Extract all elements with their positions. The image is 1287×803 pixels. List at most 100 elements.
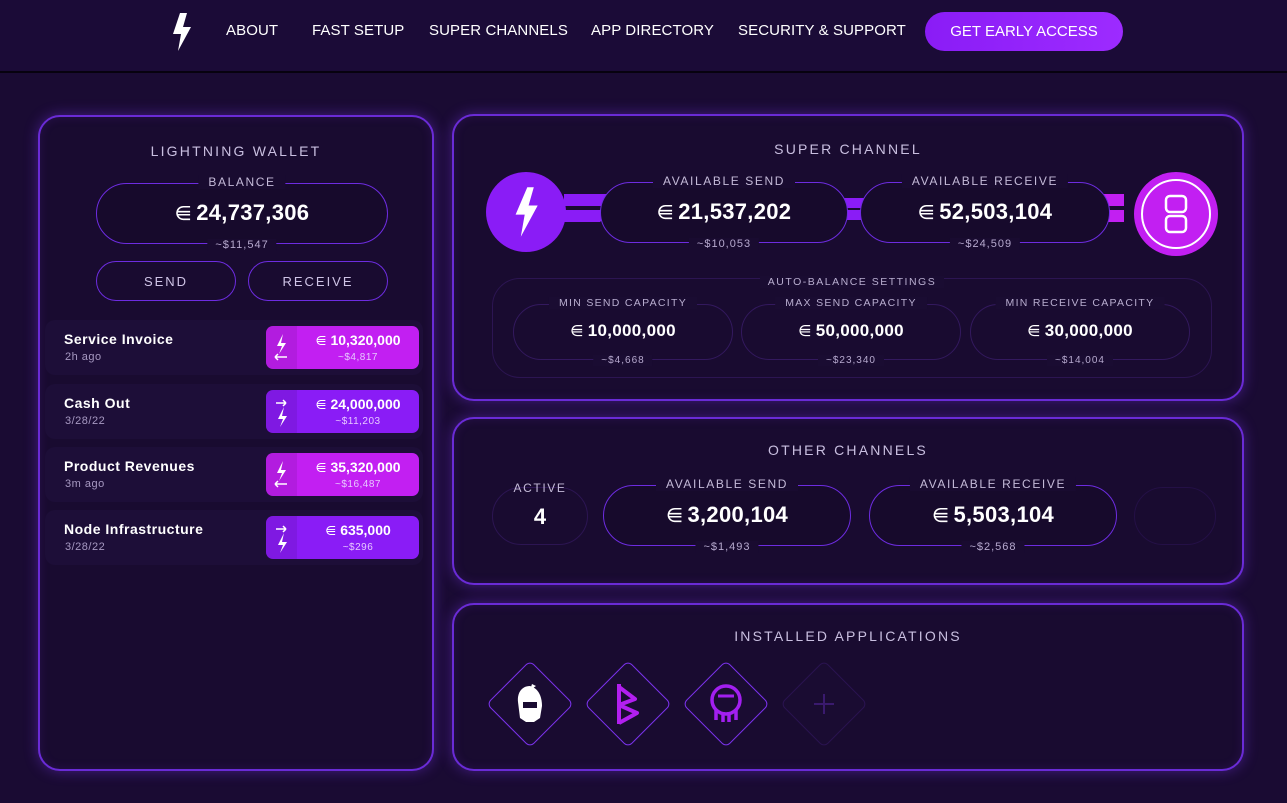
tx-name: Node Infrastructure [64,521,204,537]
sat-icon: ⋹ [1027,323,1041,340]
tx-amount-badge: ⋹ 35,320,000 ~$16,487 [266,453,419,496]
available-receive-pill: AVAILABLE RECEIVE ⋹ 52,503,104 ~$24,509 [860,174,1110,250]
other-send-usd: ~$1,493 [695,541,759,553]
tx-amount-badge: ⋹ 635,000 ~$296 [266,516,419,559]
available-receive-usd: ~$24,509 [949,238,1021,250]
send-lightning-icon [266,516,297,559]
sat-icon: ⋹ [315,398,327,412]
available-send-usd: ~$10,053 [688,238,760,250]
other-send-label: AVAILABLE SEND [656,477,798,491]
channel-placeholder [1134,487,1216,545]
tx-usd: ~$4,817 [338,352,378,363]
active-label: ACTIVE [513,481,567,495]
node-logo-icon [1164,194,1188,234]
lightning-logo-icon[interactable] [170,12,194,52]
list-item[interactable]: Product Revenues 3m ago ⋹ 35,320,000 ~$16… [45,447,423,502]
add-app-icon [799,679,849,729]
sat-icon: ⋹ [570,323,584,340]
sat-icon: ⋹ [315,334,327,348]
setting-usd: ~$14,004 [1047,355,1113,366]
list-item[interactable]: Cash Out 3/28/22 ⋹ 24,000,000 ~$11,203 [45,384,423,439]
tx-amount-badge: ⋹ 10,320,000 ~$4,817 [266,326,419,369]
tx-amount-badge: ⋹ 24,000,000 ~$11,203 [266,390,419,433]
available-receive-label: AVAILABLE RECEIVE [901,174,1069,188]
tx-name: Cash Out [64,395,131,411]
setting-label: MIN SEND CAPACITY [548,297,698,309]
wallet-title: LIGHTNING WALLET [150,143,322,159]
exchange-node-ring [1141,179,1211,249]
other-receive-value: 5,503,104 [953,502,1055,527]
super-channel-title: SUPER CHANNEL [774,141,922,157]
top-nav: ABOUT FAST SETUP SUPER CHANNELS APP DIRE… [0,0,1287,73]
balance-label: BALANCE [198,175,286,189]
available-send-pill: AVAILABLE SEND ⋹ 21,537,202 ~$10,053 [600,174,848,250]
nav-link-super-channels[interactable]: SUPER CHANNELS [429,22,568,39]
other-send-value: 3,200,104 [687,502,789,527]
balance-pill: BALANCE ⋹ 24,737,306 ~$11,547 [96,175,388,251]
sat-icon: ⋹ [656,202,675,224]
tx-date: 3/28/22 [65,415,106,427]
setting-label: MIN RECEIVE CAPACITY [995,297,1165,309]
tx-usd: ~$16,487 [335,479,381,490]
sat-icon: ⋹ [798,323,812,340]
available-send-value: 21,537,202 [678,199,792,224]
tx-usd: ~$11,203 [335,416,381,427]
lightning-node-icon[interactable] [486,172,566,252]
auto-balance-title: AUTO-BALANCE SETTINGS [759,276,945,288]
other-available-receive-pill: AVAILABLE RECEIVE ⋹ 5,503,104 ~$2,568 [869,477,1117,553]
auto-balance-settings: AUTO-BALANCE SETTINGS MIN SEND CAPACITY … [492,276,1212,378]
setting-label: MAX SEND CAPACITY [775,297,927,309]
min-send-capacity-field[interactable]: MIN SEND CAPACITY ⋹ 10,000,000 ~$4,668 [513,297,733,366]
max-send-capacity-field[interactable]: MAX SEND CAPACITY ⋹ 50,000,000 ~$23,340 [741,297,961,366]
send-lightning-icon [266,390,297,433]
sat-icon: ⋹ [931,505,950,527]
tx-date: 2h ago [65,351,102,363]
other-receive-label: AVAILABLE RECEIVE [909,477,1077,491]
receive-lightning-icon [266,326,297,369]
setting-value: 10,000,000 [587,321,676,340]
active-value: 4 [533,504,547,529]
other-channels-panel: OTHER CHANNELS ACTIVE 4 AVAILABLE SEND ⋹… [452,417,1244,585]
balance-value: 24,737,306 [196,200,310,225]
tx-amount: 635,000 [340,522,391,538]
sat-icon: ⋹ [315,461,327,475]
sat-icon: ⋹ [174,203,193,225]
receive-lightning-icon [266,453,297,496]
min-receive-capacity-field[interactable]: MIN RECEIVE CAPACITY ⋹ 30,000,000 ~$14,00… [970,297,1190,366]
list-item[interactable]: Service Invoice 2h ago ⋹ 10,320,000 ~$4,8… [45,320,423,375]
other-channels-title: OTHER CHANNELS [768,442,928,458]
tx-amount: 10,320,000 [330,332,401,348]
super-channel-panel: SUPER CHANNEL AVAILABLE SEND ⋹ 21,537,202… [452,114,1244,401]
sat-icon: ⋹ [917,202,936,224]
octopus-icon [701,679,751,729]
tx-amount: 24,000,000 [330,396,401,412]
get-early-access-button[interactable]: GET EARLY ACCESS [925,12,1123,51]
tx-date: 3m ago [65,478,105,490]
balance-usd: ~$11,547 [207,239,277,251]
available-receive-value: 52,503,104 [939,199,1053,224]
sat-icon: ⋹ [325,524,337,538]
nav-link-app-directory[interactable]: APP DIRECTORY [591,22,714,39]
send-button[interactable]: SEND [96,261,236,301]
nav-link-fast-setup[interactable]: FAST SETUP [312,22,404,39]
setting-usd: ~$23,340 [818,355,884,366]
active-channels: ACTIVE 4 [492,481,588,545]
list-item[interactable]: Node Infrastructure 3/28/22 ⋹ 635,000 ~$2… [45,510,423,565]
installed-applications-panel: INSTALLED APPLICATIONS [452,603,1244,771]
sat-icon: ⋹ [665,505,684,527]
tx-usd: ~$296 [342,542,374,553]
nav-link-security-support[interactable]: SECURITY & SUPPORT [738,22,906,39]
other-available-send-pill: AVAILABLE SEND ⋹ 3,200,104 ~$1,493 [603,477,851,553]
knight-helmet-icon [505,679,555,729]
tx-date: 3/28/22 [65,541,106,553]
bitcoin-b-icon [603,679,653,729]
setting-value: 30,000,000 [1044,321,1133,340]
nav-link-about[interactable]: ABOUT [226,22,278,39]
other-receive-usd: ~$2,568 [961,541,1025,553]
tx-name: Product Revenues [64,458,195,474]
receive-button[interactable]: RECEIVE [248,261,388,301]
lightning-wallet-panel: LIGHTNING WALLET BALANCE ⋹ 24,737,306 ~$1… [38,115,434,771]
lightning-bolt-icon [515,187,538,237]
tx-amount: 35,320,000 [330,459,401,475]
exchange-node-icon[interactable] [1134,172,1218,256]
